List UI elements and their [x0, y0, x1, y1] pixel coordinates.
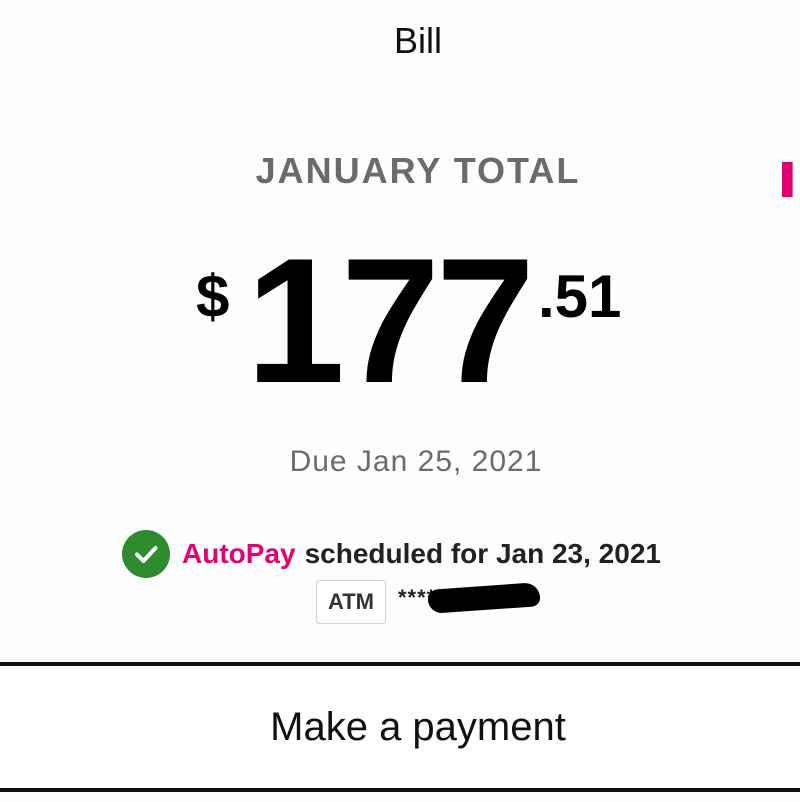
autopay-status: AutoPay scheduled for Jan 23, 2021 [122, 530, 661, 578]
redaction-mark [427, 582, 541, 614]
autopay-schedule-text: scheduled for Jan 23, 2021 [304, 538, 661, 569]
atm-card-badge: ATM [316, 580, 386, 624]
payment-method: ATM **** [316, 580, 436, 624]
make-payment-button[interactable]: Make a payment [0, 662, 800, 792]
page-title: Bill [393, 20, 442, 61]
autopay-link[interactable]: AutoPay [182, 538, 296, 570]
check-circle-icon [122, 530, 170, 578]
billing-period-label: JANUARY TOTAL [255, 150, 581, 191]
partial-brand-icon[interactable]: ▌ [782, 162, 800, 202]
amount-whole: 177 [246, 221, 535, 420]
bill-screen: Bill JANUARY TOTAL ▌ $ 177 .51 Due Jan 2… [0, 0, 800, 802]
amount-cents: .51 [538, 263, 622, 330]
due-date: Due Jan 25, 2021 [289, 445, 543, 478]
currency-symbol: $ [196, 263, 230, 330]
